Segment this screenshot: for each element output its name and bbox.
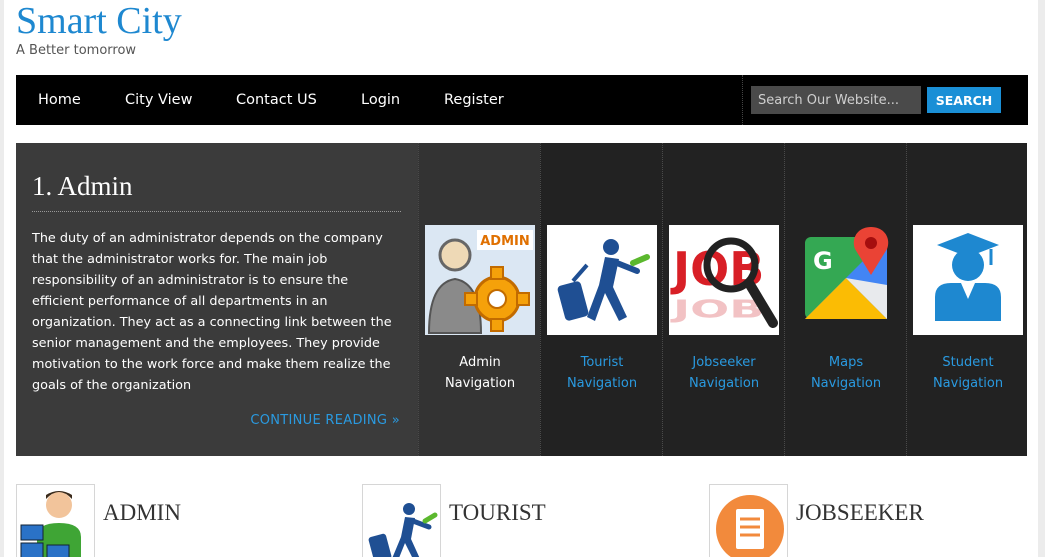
card-jobseeker-title[interactable]: JOBSEEKER	[796, 500, 924, 526]
google-maps-icon: G	[791, 225, 901, 335]
admin-computers-icon	[16, 484, 95, 557]
site-tagline: A Better tomorrow	[16, 43, 137, 58]
tourist-luggage-icon	[362, 484, 441, 557]
feature-title[interactable]: 1. Admin	[32, 171, 133, 202]
page: Smart City A Better tomorrow Home City V…	[4, 0, 1038, 557]
tile-tourist[interactable]: Tourist Navigation	[540, 143, 662, 456]
svg-text:JOB: JOB	[669, 294, 764, 323]
student-graduate-icon	[913, 225, 1023, 335]
nav-contact-us[interactable]: Contact US	[236, 92, 317, 108]
tile-maps[interactable]: G Maps Navigation	[784, 143, 906, 456]
nav-register[interactable]: Register	[444, 92, 504, 108]
tile-student[interactable]: Student Navigation	[906, 143, 1028, 456]
svg-text:ADMIN: ADMIN	[480, 234, 530, 249]
nav-divider	[742, 75, 743, 125]
tile-jobseeker[interactable]: JOB JOB Jobseeker Navigation	[662, 143, 784, 456]
continue-reading-link[interactable]: CONTINUE READING »	[250, 413, 400, 428]
admin-gear-icon: ADMIN	[425, 225, 535, 335]
tile-admin-label[interactable]: Admin Navigation	[419, 352, 541, 394]
card-tourist-title[interactable]: TOURIST	[449, 500, 546, 526]
svg-text:G: G	[813, 247, 833, 275]
nav-city-view[interactable]: City View	[125, 92, 192, 108]
search-input[interactable]	[751, 86, 921, 114]
job-magnifier-icon: JOB JOB	[669, 225, 779, 335]
featured-slider: 1. Admin The duty of an administrator de…	[16, 143, 1027, 456]
card-admin-title[interactable]: ADMIN	[103, 500, 181, 526]
tile-maps-label[interactable]: Maps Navigation	[785, 352, 907, 394]
tile-admin[interactable]: ADMIN Admin Navigation	[418, 143, 540, 456]
main-navbar: Home City View Contact US Login Register…	[16, 75, 1028, 125]
nav-login[interactable]: Login	[361, 92, 400, 108]
search-button[interactable]: SEARCH	[927, 87, 1001, 113]
clipboard-icon	[709, 484, 788, 557]
tile-jobseeker-label[interactable]: Jobseeker Navigation	[663, 352, 785, 394]
nav-home[interactable]: Home	[38, 92, 81, 108]
feature-divider	[32, 211, 401, 212]
tile-student-label[interactable]: Student Navigation	[907, 352, 1029, 394]
feature-text: The duty of an administrator depends on …	[32, 231, 392, 393]
tourist-luggage-icon	[547, 225, 657, 335]
feature-panel: 1. Admin The duty of an administrator de…	[16, 143, 418, 456]
tile-tourist-label[interactable]: Tourist Navigation	[541, 352, 663, 394]
site-title[interactable]: Smart City	[16, 0, 182, 42]
